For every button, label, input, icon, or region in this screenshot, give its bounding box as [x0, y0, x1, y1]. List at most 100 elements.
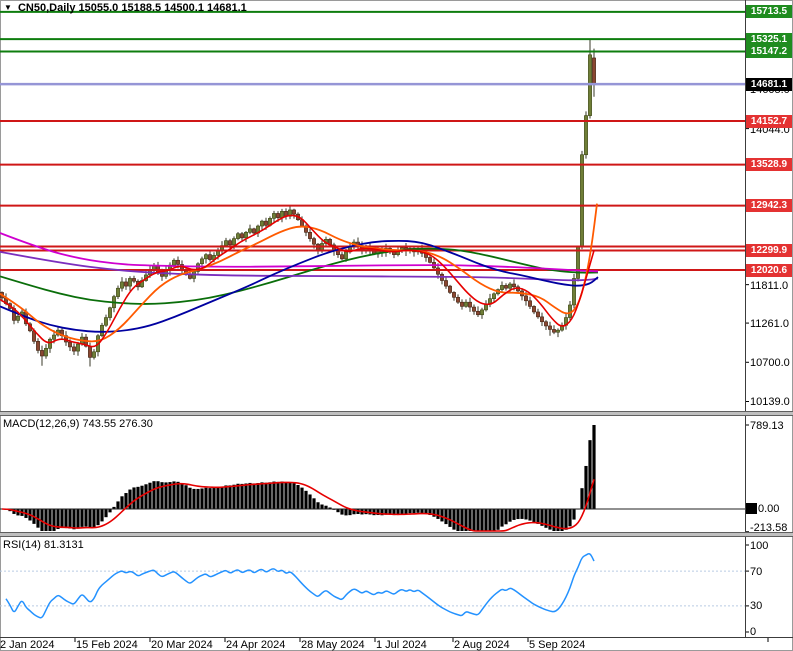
macd-histogram-bar [104, 509, 107, 517]
candlestick [132, 278, 135, 281]
macd-histogram-bar [344, 509, 347, 515]
macd-histogram-bar [572, 509, 575, 520]
candlestick [532, 306, 535, 312]
macd-histogram-bar [184, 485, 187, 509]
candlestick [452, 292, 455, 297]
macd-histogram-bar [84, 509, 87, 527]
candlestick [236, 234, 239, 239]
candlestick [536, 312, 539, 317]
macd-histogram-bar [92, 509, 95, 528]
macd-histogram-bar [568, 509, 571, 526]
rsi-indicator-label: RSI(14) 81.3131 [3, 539, 84, 551]
macd-histogram-bar [580, 488, 583, 509]
macd-histogram-bar [172, 481, 175, 509]
candlestick [464, 302, 467, 306]
date-label: 5 Sep 2024 [529, 639, 585, 651]
candlestick [556, 330, 559, 332]
price-level-label: 13528.9 [746, 158, 792, 171]
candlestick [120, 282, 123, 288]
candlestick [52, 335, 55, 339]
symbol-marker-icon: ▼ [4, 3, 12, 12]
macd-histogram-bar [440, 509, 443, 521]
macd-histogram-bar [152, 481, 155, 509]
macd-histogram-bar [192, 489, 195, 509]
macd-histogram-bar [416, 509, 419, 513]
price-scale-tick-label: 10139.0 [750, 396, 790, 408]
candlestick [228, 241, 231, 245]
macd-histogram-bar [80, 509, 83, 527]
macd-histogram-bar [400, 509, 403, 514]
candlestick [200, 259, 203, 264]
candlestick [592, 58, 595, 84]
candlestick [580, 155, 583, 247]
macd-histogram-bar [280, 482, 283, 509]
price-level-label: 12020.6 [746, 264, 792, 277]
macd-histogram-bar [132, 487, 135, 509]
price-scale-tick-label: 11811.0 [750, 280, 788, 292]
panel-splitter-macd[interactable] [0, 411, 793, 416]
macd-histogram-bar [284, 482, 287, 509]
macd-histogram-bar [276, 482, 279, 509]
candlestick [344, 252, 347, 259]
candlestick [92, 352, 95, 358]
macd-histogram-bar [180, 483, 183, 509]
symbol-period-label: CN50,Daily [18, 2, 75, 14]
macd-histogram-bar [408, 509, 411, 513]
macd-histogram-bar [256, 483, 259, 509]
macd-histogram-bar [240, 484, 243, 509]
macd-histogram-bar [308, 494, 311, 509]
macd-histogram-bar [288, 482, 291, 509]
macd-histogram-bar [492, 509, 495, 531]
candlestick [444, 281, 447, 287]
macd-histogram-bar [200, 488, 203, 509]
candlestick [252, 229, 255, 233]
ohlc-values-label: 15055.0 15188.5 14500.1 14681.1 [79, 2, 247, 14]
date-label: 28 May 2024 [301, 639, 365, 651]
macd-histogram-bar [272, 482, 275, 509]
current-price-label: 14681.1 [746, 78, 792, 91]
macd-histogram-bar [476, 509, 479, 531]
candlestick [172, 260, 175, 265]
macd-histogram-bar [96, 509, 99, 525]
macd-histogram-bar [500, 509, 503, 527]
panel-splitter-rsi[interactable] [0, 532, 793, 537]
macd-histogram-bar [60, 509, 63, 528]
rsi-line [6, 554, 594, 618]
candlestick [500, 285, 503, 289]
macd-histogram-bar [320, 505, 323, 509]
candlestick [312, 239, 315, 245]
candlestick [124, 282, 127, 286]
rsi-scale-100-label: 100 [750, 540, 768, 552]
macd-histogram-bar [268, 482, 271, 509]
macd-histogram-bar [244, 483, 247, 509]
macd-histogram-bar [52, 509, 55, 531]
macd-histogram-bar [176, 482, 179, 509]
candlestick [492, 294, 495, 299]
candlestick [108, 308, 111, 318]
candlestick [204, 255, 207, 259]
price-scale-tick-label: 11261.0 [750, 318, 789, 330]
macd-histogram-bar [156, 481, 159, 509]
chart-canvas[interactable] [0, 0, 793, 651]
candlestick [448, 286, 451, 292]
macd-histogram-bar [480, 509, 483, 531]
candlestick [244, 232, 247, 238]
macd-histogram-bar [340, 509, 343, 515]
macd-histogram-bar [88, 509, 91, 528]
price-level-label: 14152.7 [746, 115, 792, 128]
macd-histogram-bar [148, 483, 151, 509]
candlestick [100, 325, 103, 335]
candlestick [428, 257, 431, 262]
macd-histogram-bar [472, 509, 475, 531]
macd-histogram-bar [412, 509, 415, 513]
price-scale-tick-label: 10700.0 [750, 357, 790, 369]
candlestick [504, 285, 507, 288]
macd-histogram-bar [120, 496, 123, 509]
macd-histogram-bar [468, 509, 471, 531]
macd-histogram-bar [144, 484, 147, 509]
price-level-label: 15147.2 [746, 45, 792, 58]
candlestick [68, 342, 71, 347]
candlestick [548, 326, 551, 329]
macd-histogram-bar [68, 509, 71, 529]
macd-histogram-bar [524, 509, 527, 519]
